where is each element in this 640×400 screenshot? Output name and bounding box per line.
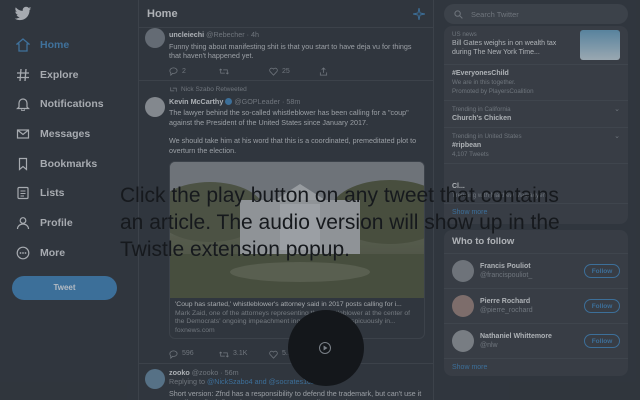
tutorial-instruction-text: Click the play button on any tweet that … [120, 184, 560, 261]
play-icon[interactable] [318, 341, 332, 355]
